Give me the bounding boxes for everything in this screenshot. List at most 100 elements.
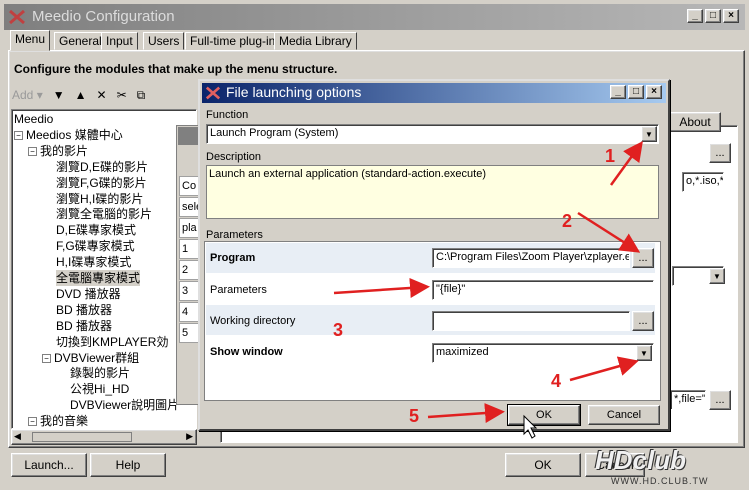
delete-icon[interactable]: ✕ xyxy=(97,88,107,102)
tree-item[interactable]: 公視Hi_HD xyxy=(70,381,129,397)
about-button[interactable]: About xyxy=(669,112,721,132)
tree-item-label: D,E碟專家模式 xyxy=(56,223,137,238)
tree-item[interactable]: 切換到KMPLAYER効 xyxy=(56,334,168,350)
tree-item[interactable]: BD 播放器 xyxy=(56,302,112,318)
tree-item-label: 瀏覽H,I碟的影片 xyxy=(56,191,144,206)
tree-item-label: DVBViewer群組 xyxy=(54,350,140,365)
panel-description: Configure the modules that make up the m… xyxy=(14,62,338,76)
menu-tree[interactable]: Meedio − Meedios 媒體中心 − 我的影片 瀏覽D,E碟的影片 瀏覽F,G碟的… xyxy=(11,109,197,429)
tree-expander-icon[interactable]: − xyxy=(28,146,37,156)
tree-item[interactable]: H,I碟專家模式 xyxy=(56,254,131,270)
file-launching-options-dialog: File launching options _ □ × Function La… xyxy=(198,79,670,431)
dialog-close-button[interactable]: × xyxy=(646,85,662,99)
program-field[interactable]: C:\Program Files\Zoom Player\zplayer.exe xyxy=(432,248,630,268)
tree-item-label: 我的音樂 xyxy=(40,414,89,429)
main-title: Meedio Configuration xyxy=(32,8,175,25)
description-text: Launch an external application (standard… xyxy=(206,165,659,219)
hdclub-watermark: HDclub WWW.HD.CLUB.TW xyxy=(591,445,741,490)
tree-item[interactable]: 瀏覽H,I碟的影片 xyxy=(56,191,143,207)
annotation-1: 1 xyxy=(605,146,616,166)
tree-item[interactable]: 瀏覽全電腦的影片 xyxy=(56,206,152,222)
tree-item-label: DVBViewer說明圖片 xyxy=(70,398,180,413)
tab-input[interactable]: Input xyxy=(101,32,138,50)
tree-item-label: 錄製的影片 xyxy=(70,366,131,381)
tree-item-label: 我的影片 xyxy=(40,143,89,158)
working-directory-browse-button[interactable]: ... xyxy=(632,311,654,331)
watermark-url: WWW.HD.CLUB.TW xyxy=(611,476,709,486)
cut-icon[interactable]: ✂ xyxy=(117,88,127,102)
right-dropdown-arrow-icon[interactable]: ▼ xyxy=(709,268,725,284)
dialog-maximize-button[interactable]: □ xyxy=(628,85,644,99)
browse-button-bottom[interactable]: ... xyxy=(709,390,731,410)
main-ok-button[interactable]: OK xyxy=(505,453,581,477)
tree-item[interactable]: − Meedios 媒體中心 xyxy=(14,127,123,143)
minimize-button[interactable]: _ xyxy=(687,9,703,23)
tree-item[interactable]: DVD 播放器 xyxy=(56,286,121,302)
show-window-select[interactable]: maximized xyxy=(432,343,654,363)
move-up-icon[interactable]: ▲ xyxy=(75,88,87,102)
tree-item[interactable]: D,E碟專家模式 xyxy=(56,222,136,238)
tree-item[interactable]: BD 播放器 xyxy=(56,318,112,334)
tree-item-label: DVD 播放器 xyxy=(56,286,121,301)
working-directory-field[interactable] xyxy=(432,311,630,331)
function-select[interactable]: Launch Program (System) xyxy=(206,124,659,144)
tree-item[interactable]: 瀏覽F,G碟的影片 xyxy=(56,175,147,191)
tab-menu[interactable]: Menu xyxy=(10,30,51,51)
tree-item[interactable]: 全電腦專家模式 xyxy=(56,270,141,286)
tree-item-label: 瀏覽全電腦的影片 xyxy=(56,207,153,222)
function-dropdown-arrow-icon[interactable]: ▼ xyxy=(641,126,657,142)
annotation-3: 3 xyxy=(333,320,344,340)
tree-expander-icon[interactable]: − xyxy=(14,130,23,140)
menu-toolbar: Add ▾ ▼ ▲ ✕ ✂ ⧉ xyxy=(12,86,145,104)
tree-item-label: Meedio xyxy=(14,112,54,126)
tab-users[interactable]: Users xyxy=(143,32,185,50)
dialog-cancel-button[interactable]: Cancel xyxy=(588,405,660,425)
annotation-2: 2 xyxy=(562,211,573,231)
show-window-dropdown-arrow-icon[interactable]: ▼ xyxy=(636,345,652,361)
tree-item[interactable]: 錄製的影片 xyxy=(70,365,130,381)
tree-item[interactable]: DVBViewer說明圖片 xyxy=(70,397,179,413)
tree-item[interactable]: 瀏覽D,E碟的影片 xyxy=(56,159,148,175)
maximize-button[interactable]: □ xyxy=(705,9,721,23)
tab-full-time-plugins[interactable]: Full-time plug-ins xyxy=(185,32,287,50)
parameters-group-label: Parameters xyxy=(206,229,263,241)
tree-horizontal-scrollbar[interactable]: ◀ ▶ xyxy=(11,429,197,445)
tree-expander-icon[interactable]: − xyxy=(42,353,51,363)
program-browse-button[interactable]: ... xyxy=(632,248,654,268)
meedio-app-icon xyxy=(205,86,221,100)
launch-button[interactable]: Launch... xyxy=(11,453,87,477)
tree-item-label: BD 播放器 xyxy=(56,302,113,317)
function-label: Function xyxy=(206,109,249,121)
tree-item-label: 瀏覽D,E碟的影片 xyxy=(56,159,149,174)
tree-item[interactable]: − 我的影片 xyxy=(28,143,88,159)
tab-media-library[interactable]: Media Library xyxy=(274,32,357,50)
extensions-field[interactable]: o,*.iso,* xyxy=(682,172,724,192)
parameters-field[interactable]: "{file}" xyxy=(432,280,654,300)
add-label: Add xyxy=(12,88,34,102)
dialog-ok-button[interactable]: OK xyxy=(507,404,581,426)
close-button[interactable]: × xyxy=(723,9,739,23)
tree-item[interactable]: Meedio xyxy=(14,111,53,127)
tree-expander-icon[interactable]: − xyxy=(28,417,37,427)
help-button[interactable]: Help xyxy=(90,453,166,477)
annotation-4: 4 xyxy=(551,371,562,391)
working-directory-label: Working directory xyxy=(210,315,296,327)
dialog-minimize-button[interactable]: _ xyxy=(610,85,626,99)
tree-item-label: H,I碟專家模式 xyxy=(56,255,132,270)
copy-icon[interactable]: ⧉ xyxy=(137,88,146,103)
tree-item[interactable]: − 我的音樂 xyxy=(28,413,89,429)
file-param-field[interactable]: *,file=" xyxy=(670,390,706,410)
tab-general[interactable]: General xyxy=(54,32,107,50)
tree-item[interactable]: − DVBViewer群組 xyxy=(42,350,139,366)
main-title-bar: Meedio Configuration _ □ × xyxy=(4,4,745,30)
move-down-icon[interactable]: ▼ xyxy=(53,88,65,102)
program-label: Program xyxy=(210,252,256,264)
meedio-app-icon xyxy=(9,9,25,25)
browse-button-top[interactable]: ... xyxy=(709,143,731,163)
scroll-right-icon[interactable]: ▶ xyxy=(186,431,193,442)
scroll-thumb[interactable] xyxy=(32,432,132,442)
dialog-title-bar: File launching options _ □ × xyxy=(202,83,666,103)
tree-item[interactable]: F,G碟專家模式 xyxy=(56,238,135,254)
add-dropdown[interactable]: Add ▾ xyxy=(12,88,43,102)
scroll-left-icon[interactable]: ◀ xyxy=(14,431,21,442)
